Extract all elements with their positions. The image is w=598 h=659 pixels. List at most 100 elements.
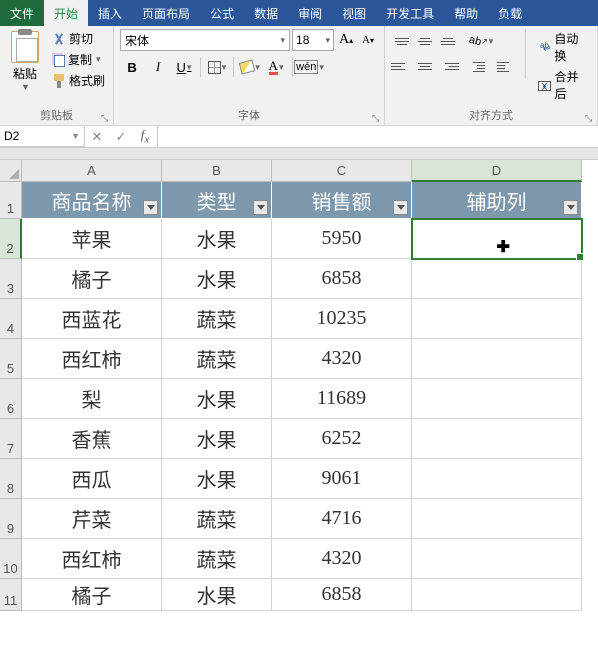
formula-input[interactable]: [158, 126, 598, 147]
cell[interactable]: 苹果: [22, 219, 162, 259]
cell[interactable]: 西蓝花: [22, 299, 162, 339]
table-header[interactable]: 商品名称: [22, 182, 162, 219]
cell-selected[interactable]: ✚: [412, 219, 582, 259]
cell[interactable]: 橘子: [22, 579, 162, 611]
filter-button[interactable]: [143, 200, 158, 215]
font-name-select[interactable]: 宋体▾: [120, 29, 290, 51]
cell[interactable]: 6252: [272, 419, 412, 459]
copy-dropdown-icon[interactable]: ▾: [96, 54, 101, 65]
row-header[interactable]: 1: [0, 182, 22, 219]
select-all-corner[interactable]: [0, 160, 22, 182]
underline-button[interactable]: U▾: [172, 55, 196, 79]
tab-review[interactable]: 审阅: [288, 0, 332, 26]
paste-button[interactable]: 粘贴 ▼: [6, 29, 44, 92]
cell[interactable]: 蔬菜: [162, 539, 272, 579]
filter-button[interactable]: [563, 200, 578, 215]
row-header[interactable]: 5: [0, 339, 22, 379]
decrease-indent-button[interactable]: [467, 55, 491, 79]
filter-button[interactable]: [253, 200, 268, 215]
col-header-d[interactable]: D: [412, 160, 582, 182]
cell[interactable]: 蔬菜: [162, 299, 272, 339]
italic-button[interactable]: I: [146, 55, 170, 79]
cell[interactable]: [412, 339, 582, 379]
table-header[interactable]: 辅助列: [412, 182, 582, 219]
cell[interactable]: 水果: [162, 219, 272, 259]
align-top-button[interactable]: [391, 29, 413, 53]
cell[interactable]: [412, 379, 582, 419]
cell[interactable]: [412, 299, 582, 339]
row-header[interactable]: 9: [0, 499, 22, 539]
cell[interactable]: 9061: [272, 459, 412, 499]
font-size-select[interactable]: 18▾: [292, 29, 334, 51]
filter-button[interactable]: [393, 200, 408, 215]
row-header[interactable]: 11: [0, 579, 22, 611]
row-header[interactable]: 2: [0, 219, 22, 259]
row-header[interactable]: 3: [0, 259, 22, 299]
cell[interactable]: 6858: [272, 579, 412, 611]
align-left-button[interactable]: [391, 54, 413, 78]
align-right-button[interactable]: [437, 54, 459, 78]
row-header[interactable]: 7: [0, 419, 22, 459]
cell[interactable]: 西瓜: [22, 459, 162, 499]
align-launcher-icon[interactable]: ⤡: [585, 113, 595, 123]
font-color-button[interactable]: A▾: [264, 55, 288, 79]
cell[interactable]: 蔬菜: [162, 339, 272, 379]
cell[interactable]: 水果: [162, 379, 272, 419]
cell[interactable]: [412, 419, 582, 459]
merge-center-button[interactable]: 合并后: [536, 67, 591, 103]
tab-view[interactable]: 视图: [332, 0, 376, 26]
col-header-a[interactable]: A: [22, 160, 162, 182]
cell[interactable]: 橘子: [22, 259, 162, 299]
tab-layout[interactable]: 页面布局: [132, 0, 200, 26]
wrap-text-button[interactable]: 自动换: [536, 29, 591, 65]
row-header[interactable]: 6: [0, 379, 22, 419]
row-header[interactable]: 4: [0, 299, 22, 339]
border-button[interactable]: ▾: [205, 55, 229, 79]
tab-load[interactable]: 负载: [488, 0, 532, 26]
align-bottom-button[interactable]: [437, 29, 459, 53]
cell[interactable]: 芹菜: [22, 499, 162, 539]
clipboard-launcher-icon[interactable]: ⤡: [101, 113, 111, 123]
insert-function-button[interactable]: fx: [133, 127, 157, 146]
cell[interactable]: 10235: [272, 299, 412, 339]
font-launcher-icon[interactable]: ⤡: [372, 113, 382, 123]
phonetic-button[interactable]: wén▾: [297, 55, 321, 79]
cell[interactable]: 西红柿: [22, 539, 162, 579]
cell[interactable]: 蔬菜: [162, 499, 272, 539]
increase-indent-button[interactable]: [491, 55, 515, 79]
cell[interactable]: 香蕉: [22, 419, 162, 459]
tab-formula[interactable]: 公式: [200, 0, 244, 26]
cell[interactable]: [412, 499, 582, 539]
cell[interactable]: 水果: [162, 259, 272, 299]
cell[interactable]: 水果: [162, 579, 272, 611]
cell[interactable]: 6858: [272, 259, 412, 299]
cell[interactable]: 梨: [22, 379, 162, 419]
align-center-button[interactable]: [414, 54, 436, 78]
align-middle-button[interactable]: [414, 29, 436, 53]
col-header-b[interactable]: B: [162, 160, 272, 182]
cell[interactable]: 西红柿: [22, 339, 162, 379]
fill-color-button[interactable]: ▾: [238, 55, 262, 79]
tab-data[interactable]: 数据: [244, 0, 288, 26]
increase-font-button[interactable]: A▴: [336, 29, 356, 51]
tab-file[interactable]: 文件: [0, 0, 44, 26]
tab-insert[interactable]: 插入: [88, 0, 132, 26]
confirm-edit-button[interactable]: ✓: [109, 129, 133, 145]
cell[interactable]: [412, 259, 582, 299]
name-box[interactable]: D2▼: [0, 126, 85, 147]
tab-home[interactable]: 开始: [44, 0, 88, 26]
col-header-c[interactable]: C: [272, 160, 412, 182]
cell[interactable]: 水果: [162, 459, 272, 499]
cut-button[interactable]: 剪切: [50, 29, 107, 48]
orientation-button[interactable]: ab↗▾: [467, 29, 495, 53]
copy-button[interactable]: 复制▾: [50, 50, 107, 69]
cell[interactable]: 水果: [162, 419, 272, 459]
cell[interactable]: 4716: [272, 499, 412, 539]
cell[interactable]: [412, 459, 582, 499]
tab-dev[interactable]: 开发工具: [376, 0, 444, 26]
decrease-font-button[interactable]: A▾: [358, 29, 378, 51]
row-header[interactable]: 10: [0, 539, 22, 579]
cancel-edit-button[interactable]: ✕: [85, 129, 109, 145]
cell[interactable]: 4320: [272, 539, 412, 579]
row-header[interactable]: 8: [0, 459, 22, 499]
